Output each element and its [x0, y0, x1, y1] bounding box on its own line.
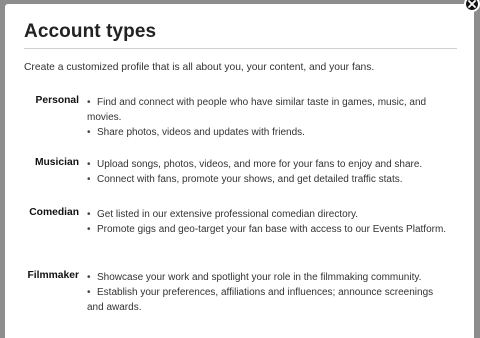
- feature-item: • Get listed in our extensive professiona…: [87, 209, 359, 220]
- feature-item: • Promote gigs and geo-target your fan ba…: [87, 224, 447, 235]
- close-icon: [468, 0, 476, 8]
- feature-list: • Showcase your work and spotlight your r…: [87, 270, 447, 315]
- feature-list: • Get listed in our extensive professiona…: [87, 207, 447, 237]
- feature-item: • Upload songs, photos, videos, and more …: [87, 159, 423, 170]
- modal-overlay: Account types Create a customized profil…: [0, 0, 480, 338]
- feature-item: • Connect with fans, promote your shows, …: [87, 174, 403, 185]
- feature-item: • Establish your preferences, affiliation…: [87, 287, 434, 313]
- account-type-name: Musician: [34, 157, 79, 168]
- feature-item: • Find and connect with people who have s…: [87, 97, 427, 123]
- intro-text: Create a customized profile that is all …: [24, 62, 375, 73]
- account-type-name: Personal: [35, 95, 80, 106]
- account-types-dialog: Account types Create a customized profil…: [5, 0, 480, 338]
- close-button[interactable]: [464, 0, 480, 12]
- feature-item: • Share photos, videos and updates with f…: [87, 127, 305, 138]
- account-type-name: Comedian: [29, 207, 79, 218]
- feature-item: • Showcase your work and spotlight your r…: [87, 272, 422, 283]
- feature-list: • Upload songs, photos, videos, and more …: [87, 157, 447, 187]
- title-divider: [24, 48, 457, 49]
- feature-list: • Find and connect with people who have s…: [87, 95, 447, 140]
- dialog-title: Account types: [24, 21, 157, 42]
- account-type-name: Filmmaker: [27, 270, 79, 281]
